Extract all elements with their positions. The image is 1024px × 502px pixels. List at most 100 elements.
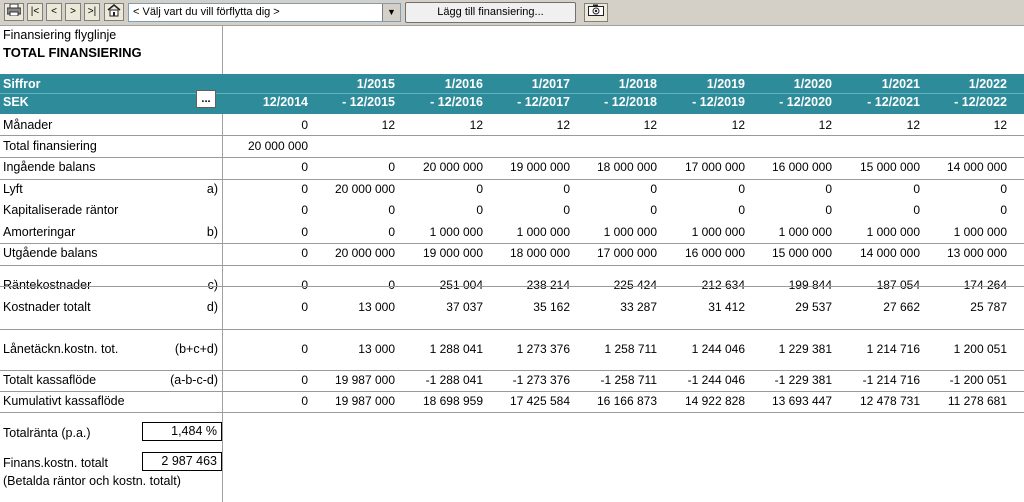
table-cell: 0 xyxy=(301,246,308,260)
row-label: Kapitaliserade räntor xyxy=(3,203,119,217)
home-button[interactable] xyxy=(104,3,124,21)
printer-icon xyxy=(6,3,22,17)
table-cell: 1 000 000 xyxy=(866,225,920,239)
table-cell: 37 037 xyxy=(446,300,483,314)
table-cell: 16 000 000 xyxy=(771,160,832,174)
table-cell: 12 xyxy=(469,118,483,132)
row-note: a) xyxy=(206,182,218,196)
table-cell: 25 787 xyxy=(970,300,1007,314)
table-row: Utgående balans 0 20 000 000 19 000 000 18 0… xyxy=(0,243,1024,265)
row-label: Månader xyxy=(3,118,53,132)
table-cell: -1 258 711 xyxy=(600,373,658,387)
table-cell: -1 288 041 xyxy=(425,373,483,387)
row-label: Lyft xyxy=(3,182,23,196)
table-cell: 12 xyxy=(818,118,832,132)
table-cell: 174 264 xyxy=(963,278,1007,292)
table-cell: 12 478 731 xyxy=(859,394,920,408)
table-cell: -1 273 376 xyxy=(512,373,570,387)
table-cell: 0 xyxy=(650,203,657,217)
next-record-button[interactable]: > xyxy=(65,3,81,21)
table-cell: 12 xyxy=(643,118,657,132)
table-cell: 13 693 447 xyxy=(771,394,832,408)
row-label: Ingående balans xyxy=(3,160,96,174)
column-header-end: - 12/2021 xyxy=(867,95,920,109)
table-row: Månader 0 12 12 12 12 12 12 12 12 xyxy=(0,115,1024,137)
table-cell: 1 214 716 xyxy=(866,342,920,356)
table-cell: 20 000 000 xyxy=(334,182,395,196)
navigation-dropdown[interactable]: < Välj vart du vill förflytta dig > ▼ xyxy=(128,3,401,22)
table-cell: 0 xyxy=(301,342,308,356)
table-cell: 0 xyxy=(388,225,395,239)
row-separator xyxy=(0,157,1024,158)
table-cell: 14 000 000 xyxy=(859,246,920,260)
row-label: Räntekostnader xyxy=(3,278,92,292)
chevron-down-icon[interactable]: ▼ xyxy=(382,4,400,21)
table-cell: 0 xyxy=(913,182,920,196)
table-cell: 13 000 xyxy=(358,342,395,356)
table-cell: 35 162 xyxy=(533,300,570,314)
row-note: (a-b-c-d) xyxy=(170,373,218,387)
table-cell: 225 424 xyxy=(613,278,657,292)
table-cell: 31 412 xyxy=(708,300,745,314)
table-cell: 0 xyxy=(563,182,570,196)
home-icon xyxy=(107,4,121,17)
table-row: Total finansiering 20 000 000 xyxy=(0,136,1024,158)
table-cell: 17 000 000 xyxy=(684,160,745,174)
snapshot-button[interactable] xyxy=(584,3,608,22)
table-cell: 19 000 000 xyxy=(422,246,483,260)
column-header-start: 1/2022 xyxy=(968,77,1007,91)
last-record-button[interactable]: >| xyxy=(84,3,100,21)
financing-cost-note: (Betalda räntor och kostn. totalt) xyxy=(3,474,181,488)
column-header-end: - 12/2017 xyxy=(517,95,570,109)
table-cell: -1 214 716 xyxy=(862,373,920,387)
row-separator xyxy=(0,370,1024,371)
row-label: Amorteringar xyxy=(3,225,76,239)
table-cell: 0 xyxy=(476,182,483,196)
table-cell: 0 xyxy=(1000,182,1007,196)
first-record-button[interactable]: |< xyxy=(27,3,43,21)
print-button[interactable] xyxy=(4,3,24,21)
table-cell: 18 000 000 xyxy=(509,246,570,260)
add-financing-button[interactable]: Lägg till finansiering... xyxy=(405,2,576,23)
row-note: b) xyxy=(206,225,218,239)
table-cell: 0 xyxy=(825,182,832,196)
previous-record-button[interactable]: < xyxy=(46,3,62,21)
table-cell: 0 xyxy=(301,203,308,217)
table-cell: 0 xyxy=(301,278,308,292)
table-cell: 20 000 000 xyxy=(422,160,483,174)
table-row: Amorteringar b) 0 0 1 000 000 1 000 000 1 000 … xyxy=(0,222,1024,244)
column-header-start: 1/2015 xyxy=(356,77,395,91)
table-cell: 0 xyxy=(301,118,308,132)
column-header-start: 1/2020 xyxy=(793,77,832,91)
more-options-button[interactable]: ... xyxy=(196,90,216,108)
table-cell: 1 244 046 xyxy=(691,342,745,356)
table-cell: 16 000 000 xyxy=(684,246,745,260)
table-cell: 0 xyxy=(301,394,308,408)
table-cell: 19 987 000 xyxy=(334,394,395,408)
table-cell: 18 000 000 xyxy=(596,160,657,174)
table-cell: 33 287 xyxy=(620,300,657,314)
row-separator xyxy=(0,286,1024,287)
table-cell: 0 xyxy=(388,203,395,217)
total-interest-label: Totalränta (p.a.) xyxy=(3,426,91,440)
financing-cost-label: Finans.kostn. totalt xyxy=(3,456,108,470)
table-cell: 1 200 051 xyxy=(953,342,1007,356)
header-label-currency: SEK xyxy=(3,95,29,109)
table-row: Kostnader totalt d) 0 13 000 37 037 35 162 33 … xyxy=(0,297,1024,319)
table-cell: 1 000 000 xyxy=(778,225,832,239)
table-row: Kumulativt kassaflöde 0 19 987 000 18 698 9… xyxy=(0,391,1024,413)
table-cell: 1 000 000 xyxy=(953,225,1007,239)
table-cell: 0 xyxy=(563,203,570,217)
table-cell: 0 xyxy=(650,182,657,196)
column-header-start: 1/2018 xyxy=(618,77,657,91)
table-row: Kapitaliserade räntor 0 0 0 0 0 0 0 0 0 xyxy=(0,200,1024,222)
row-label: Totalt kassaflöde xyxy=(3,373,97,387)
table-cell: -1 244 046 xyxy=(687,373,745,387)
row-note: (b+c+d) xyxy=(174,342,218,356)
table-cell: 1 258 711 xyxy=(604,342,658,356)
column-header-end: - 12/2020 xyxy=(779,95,832,109)
table-cell: 0 xyxy=(301,182,308,196)
row-separator xyxy=(0,265,1024,266)
header-label-figures: Siffror xyxy=(3,77,41,91)
row-label: Kostnader totalt xyxy=(3,300,91,314)
